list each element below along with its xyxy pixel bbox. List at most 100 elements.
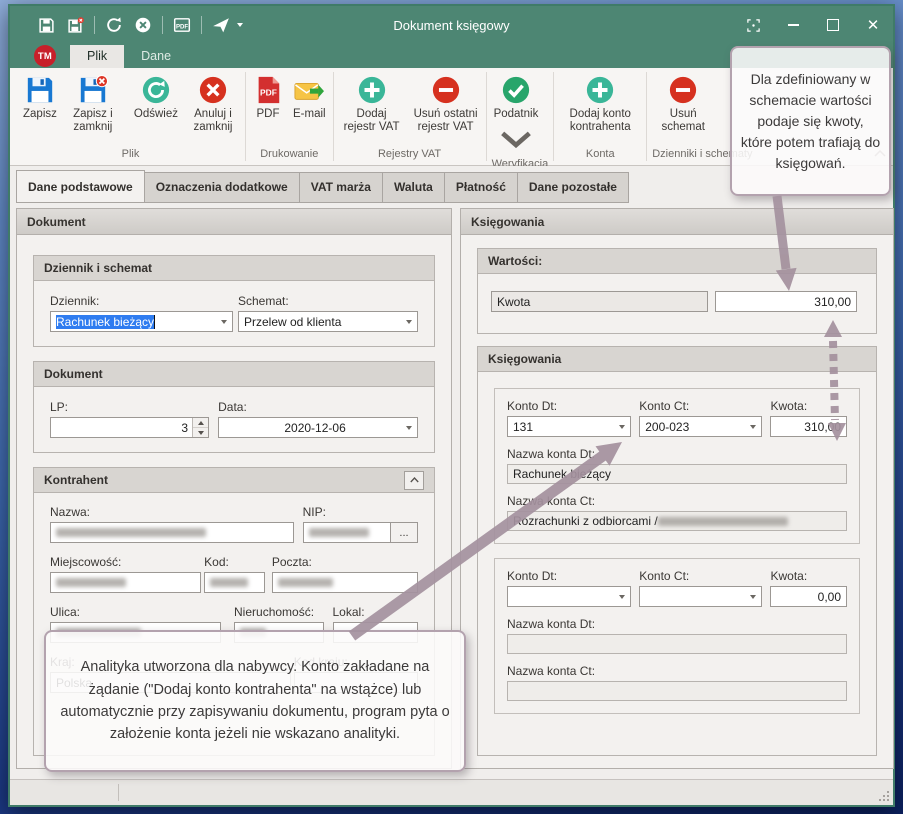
tab-dane-podstawowe[interactable]: Dane podstawowe [16,170,145,203]
pdf-button[interactable]: PDF [172,15,192,35]
collapse-button[interactable] [404,471,424,490]
usun-ostatni-rejestr-vat-button[interactable]: Usuń ostatni rejestr VAT [408,73,484,136]
pdf-icon: PDF [173,16,191,34]
statusbar-separator [118,784,119,801]
dziennik-label: Dziennik: [50,294,233,308]
save-close-button[interactable] [65,15,85,35]
ribbon-group-caption: Drukowanie [248,147,331,165]
fit-window-button[interactable] [733,6,773,44]
ribbon-group-konta: Dodaj konto kontrahenta Konta [556,68,644,165]
tab-dane-pozostale[interactable]: Dane pozostałe [518,172,629,203]
chevron-down-icon [501,125,531,155]
konto-dt-label: Konto Dt: [507,569,631,583]
miejscowosc-field[interactable] [50,572,201,593]
dodaj-rejestr-vat-button[interactable]: Dodaj rejestr VAT [336,73,408,136]
lp-stepper[interactable]: 3 [50,417,209,438]
schemat-label: Schemat: [238,294,418,308]
window-controls: ✕ [733,6,893,44]
ribbon-group-caption: Konta [556,147,644,165]
usun-schemat-button[interactable]: Usuń schemat [649,73,717,136]
email-button[interactable]: E-mail [288,73,331,123]
resize-grip[interactable] [878,790,890,802]
kod-field[interactable] [204,572,265,593]
konto-ct-label: Konto Ct: [639,399,762,413]
cancel-icon [198,75,228,105]
panel-ksiegowania: Księgowania Wartości: Kwota 310,00 Księg… [460,208,894,769]
send-icon [212,16,230,34]
caret-down-icon[interactable] [237,23,243,27]
dziennik-combobox[interactable]: Rachunek bieżący [50,311,233,332]
minus-circle-icon [431,75,461,105]
konto-dt-combobox[interactable]: 131 [507,416,631,437]
save-close-icon [78,75,108,105]
ribbon-group-caption: Plik [18,147,243,165]
nip-lookup-button[interactable]: ... [390,522,418,543]
ribbon-separator [553,72,554,161]
tab-waluta[interactable]: Waluta [383,172,445,203]
group-header: Dziennik i schemat [34,256,434,281]
schemat-combobox[interactable]: Przelew od klienta [238,311,418,332]
nazwa-konta-dt-label: Nazwa konta Dt: [507,447,847,461]
desktop: PDF Dokument księgowy ✕ TM Plik [0,0,903,814]
konto-ct-combobox[interactable]: 200-023 [639,416,762,437]
odswiez-button[interactable]: Odśwież [129,73,183,123]
zapisz-i-zamknij-button[interactable]: Zapisz i zamknij [62,73,124,136]
plus-circle-icon [585,75,615,105]
konto-ct-label: Konto Ct: [639,569,762,583]
ribbon-group-plik: Zapisz Zapisz i zamknij Odśwież Anuluj i… [18,68,243,165]
cancel-button[interactable] [133,15,153,35]
minimize-button[interactable] [773,6,813,44]
kwota-name-field: Kwota [491,291,708,312]
konto-ct-combobox[interactable] [639,586,762,607]
tab-vat-marza[interactable]: VAT marża [300,172,383,203]
tab-oznaczenia-dodatkowe[interactable]: Oznaczenia dodatkowe [145,172,300,203]
chevron-down-icon [750,425,756,429]
ribbon-group-caption: Rejestry VAT [336,147,484,165]
ribbon-group-weryfikacja: Podatnik Weryfikacja [489,68,552,165]
toolbar-separator [201,16,202,34]
panel-ksiegowania-header: Księgowania [461,209,893,235]
refresh-button[interactable] [104,15,124,35]
anuluj-i-zamknij-button[interactable]: Anuluj i zamknij [183,73,243,136]
group-header: Kontrahent [34,468,434,493]
data-combobox[interactable]: 2020-12-06 [218,417,418,438]
nazwa-konta-ct-label: Nazwa konta Ct: [507,664,847,678]
ulica-label: Ulica: [50,605,221,619]
tab-dane[interactable]: Dane [124,45,188,68]
refresh-icon [105,16,123,34]
posting-entry: Konto Dt: 131 Konto Ct: 200-02 [494,388,860,544]
toolbar-separator [94,16,95,34]
save-button[interactable] [36,15,56,35]
nazwa-label: Nazwa: [50,505,294,519]
redacted-text [278,578,333,587]
tab-platnosc[interactable]: Płatność [445,172,518,203]
pdf-button[interactable]: PDF PDF [248,73,288,123]
chevron-down-icon [750,595,756,599]
ribbon-separator [333,72,334,161]
nazwa-konta-ct-field: Rozrachunki z odbiorcami / [507,511,847,531]
kwota-field[interactable]: 0,00 [770,586,847,607]
konto-dt-combobox[interactable] [507,586,631,607]
kwota-field[interactable]: 310,00 [770,416,847,437]
podatnik-button[interactable]: Podatnik [489,73,544,157]
ribbon-separator [486,72,487,161]
page-tabs: Dane podstawowe Oznaczenia dodatkowe VAT… [16,172,629,203]
nazwa-field[interactable] [50,522,294,543]
maximize-button[interactable] [813,6,853,44]
kwota-amount-field[interactable]: 310,00 [715,291,857,312]
dodaj-konto-kontrahenta-button[interactable]: Dodaj konto kontrahenta [556,73,644,136]
close-button[interactable]: ✕ [853,6,893,44]
panel-dokument-header: Dokument [17,209,451,235]
save-close-icon [67,17,84,34]
plus-circle-icon [357,75,387,105]
app-logo[interactable]: TM [34,45,56,67]
tab-plik[interactable]: Plik [70,45,124,68]
nip-field[interactable] [303,522,391,543]
group-ksiegowania: Księgowania Konto Dt: 131 [477,346,877,756]
spinner-buttons[interactable] [192,418,208,437]
send-button[interactable] [211,15,231,35]
kwota-label: Kwota: [770,399,847,413]
zapisz-button[interactable]: Zapisz [18,73,62,123]
selected-text: Rachunek bieżący [56,315,155,329]
poczta-field[interactable] [272,572,418,593]
